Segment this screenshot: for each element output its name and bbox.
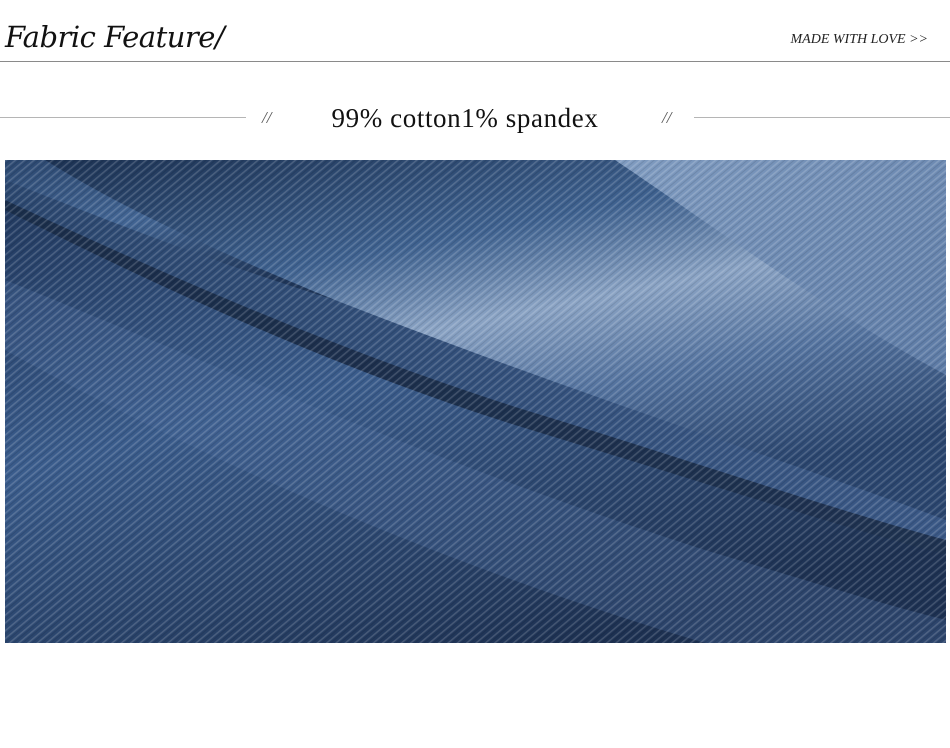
denim-fabric-photo <box>5 160 946 643</box>
header: Fabric Feature/ MADE WITH LOVE >> <box>0 0 950 62</box>
slash-mark-right: // <box>662 108 672 127</box>
page-title: Fabric Feature/ <box>5 20 225 54</box>
header-divider <box>0 61 950 62</box>
divider-left <box>0 117 246 118</box>
denim-fabric-illustration <box>5 160 946 643</box>
fabric-composition: 99% cotton1% spandex <box>331 103 599 133</box>
header-tagline: MADE WITH LOVE >> <box>790 32 929 47</box>
composition-heading: // 99% cotton1% spandex // <box>0 98 950 138</box>
divider-right <box>694 117 950 118</box>
slash-mark-left: // <box>262 108 272 127</box>
